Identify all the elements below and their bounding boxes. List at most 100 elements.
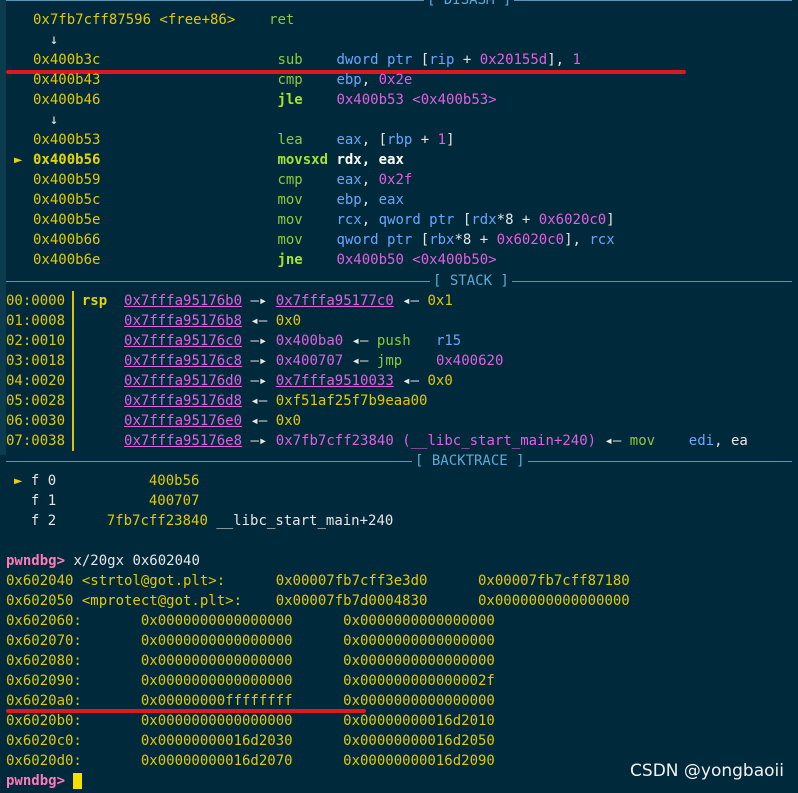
stack-line: 04:0020 0x7fffa95176d0 —▸ 0x7fffa9510033…	[6, 371, 453, 391]
memory-dump-row-segment: 0x00007fb7cff3e3d0 0x00007fb7cff87180	[275, 573, 630, 589]
memory-dump-row-segment: 0x602050 <mprotect@got.plt>:	[6, 593, 276, 609]
disasm-line-segment: ]	[446, 132, 455, 148]
disasm-line-segment: +	[454, 52, 480, 68]
stack-line-segment: 0xf51af25f7b9eaa00	[275, 393, 428, 409]
disasm-line: 0x7fb7cff87596 <free+86> ret	[33, 10, 294, 30]
terminal-window[interactable]: [ DISASM ] ► [ STACK ] [ BACKTRACE ] pwn…	[0, 0, 798, 793]
disasm-line-segment: rcx	[589, 232, 615, 248]
stack-line-segment: —▸	[242, 373, 276, 389]
disasm-line-segment: 1	[572, 52, 581, 68]
disasm-line-segment: 0x6020c0	[538, 212, 607, 228]
cursor-block	[73, 773, 83, 789]
stack-line-segment: 0x0	[275, 413, 302, 429]
disasm-line-segment: ],	[564, 232, 590, 248]
memory-dump-row-segment: 0x602040 <strtol@got.plt>:	[6, 573, 276, 589]
stack-line-segment: 0x7fffa95176c8	[124, 353, 243, 369]
stack-line-segment: ◂—	[343, 333, 377, 349]
stack-line-segment: 0x400707	[275, 353, 344, 369]
disasm-line-segment: eax	[336, 132, 362, 148]
stack-line: 07:0038 0x7fffa95176e8 —▸ 0x7fb7cff23840…	[6, 431, 748, 451]
disasm-line-segment: qword ptr	[378, 212, 463, 228]
disasm-line: 0x400b5e mov rcx, qword ptr [rdx*8 + 0x6…	[33, 210, 615, 230]
disasm-line-segment: eax	[378, 192, 404, 208]
stack-line-segment: 02:0010	[6, 333, 66, 349]
disasm-line-segment: 0x6020c0	[496, 232, 565, 248]
memory-dump-row: 0x602050 <mprotect@got.plt>: 0x00007fb7d…	[6, 591, 630, 611]
stack-header-title: [ STACK ]	[430, 271, 512, 291]
stack-line: 05:0028 0x7fffa95176d8 ◂— 0xf51af25f7b9e…	[6, 391, 427, 411]
disasm-line: 0x400b5c mov ebp, eax	[33, 190, 404, 210]
memory-dump-row: 0x602040 <strtol@got.plt>: 0x00007fb7cff…	[6, 571, 630, 591]
stack-line-segment	[65, 413, 124, 429]
disasm-line-segment: ebp	[336, 192, 362, 208]
disasm-line-segment: 0x400b53 <0x400b53>	[336, 92, 497, 108]
stack-line-segment	[65, 433, 124, 449]
command-line: pwndbg> x/20gx 0x602040	[6, 551, 200, 571]
memory-dump-row: 0x6020b0: 0x0000000000000000 0x000000000…	[6, 711, 495, 731]
disasm-line: 0x400b43 cmp ebp, 0x2e	[33, 70, 412, 90]
memory-dump-row-segment: 0x6020b0:	[6, 713, 141, 729]
stack-line-segment	[65, 373, 124, 389]
memory-dump-row: 0x602090: 0x0000000000000000 0x000000000…	[6, 671, 495, 691]
disasm-line: 0x400b56 movsxd rdx, eax	[33, 150, 404, 170]
disasm-line-segment: jle	[277, 92, 337, 108]
stack-line-segment: 06:0030	[6, 413, 66, 429]
memory-dump-row: 0x6020d0: 0x00000000016d2070 0x000000000…	[6, 751, 495, 771]
prompt-final: pwndbg>	[6, 773, 66, 789]
current-instruction-marker: ►	[14, 152, 23, 168]
stack-line-segment	[402, 353, 436, 369]
prompt: pwndbg>	[6, 553, 66, 569]
backtrace-frame-segment: 400707	[148, 493, 200, 509]
disasm-line: ↓	[33, 30, 58, 50]
disasm-line-segment: ,	[361, 212, 379, 228]
disasm-line-segment: sub	[277, 52, 337, 68]
stack-line-segment: rsp	[81, 293, 108, 309]
stack-line-segment	[655, 433, 689, 449]
stack-line-segment: 05:0028	[6, 393, 66, 409]
disasm-line: 0x400b66 mov qword ptr [rbx*8 + 0x6020c0…	[33, 230, 615, 250]
stack-line-segment: mov	[629, 433, 656, 449]
stack-header: [ STACK ]	[6, 271, 792, 291]
stack-line: 01:0008 0x7fffa95176b8 ◂— 0x0	[6, 311, 301, 331]
memory-dump-row-segment: 0x0000000000000000 0x000000000000002f	[140, 673, 495, 689]
disasm-line-segment: ],	[547, 52, 573, 68]
stack-line-segment: ◂—	[343, 353, 377, 369]
stack-line-segment: 0x1	[427, 293, 453, 309]
disasm-line-segment: *8 +	[454, 232, 497, 248]
disasm-line: ↓	[33, 110, 58, 130]
memory-dump-row-segment: 0x6020c0:	[6, 733, 141, 749]
backtrace-frame: f 2 7fb7cff23840 __libc_start_main+240	[14, 511, 393, 531]
disasm-line-segment: ,	[361, 172, 379, 188]
disasm-line-segment: 0x400b43	[33, 72, 278, 88]
backtrace-header-title: [ BACKTRACE ]	[412, 451, 528, 471]
stack-line-segment: r15	[435, 333, 462, 349]
disasm-line-segment: rbp	[387, 132, 413, 148]
disasm-line: 0x400b53 lea eax, [rbp + 1]	[33, 130, 455, 150]
backtrace-frame-segment	[14, 513, 31, 529]
stack-line-segment: —▸	[242, 433, 276, 449]
stack-line-segment: —▸	[242, 293, 276, 309]
disasm-line-segment: 0x2f	[378, 172, 413, 188]
stack-line-segment: 07:0038	[6, 433, 66, 449]
stack-line-segment: 0x7fffa95176e8	[124, 433, 243, 449]
stack-line-segment: 00:0000	[6, 293, 66, 309]
backtrace-frame-segment: ►	[14, 473, 31, 489]
command-text: x/20gx 0x602040	[65, 553, 200, 569]
disasm-line-segment: rdx	[336, 152, 362, 168]
disasm-line-segment: ebp	[336, 72, 362, 88]
backtrace-frame-segment	[56, 493, 149, 509]
memory-dump-row: 0x602080: 0x0000000000000000 0x000000000…	[6, 651, 495, 671]
disasm-line-segment: 0x400b46	[33, 92, 278, 108]
stack-line-segment: ◂—	[393, 373, 428, 389]
stack-line-segment: push	[376, 333, 411, 349]
disasm-line-segment: 0x400b50 <0x400b50>	[336, 252, 497, 268]
memory-dump-row: 0x6020c0: 0x00000000016d2030 0x000000000…	[6, 731, 495, 751]
memory-dump-row-segment: 0x00000000ffffffff 0x0000000000000000	[140, 693, 495, 709]
disasm-line-segment: 0x400b5e	[33, 212, 278, 228]
disasm-line-segment: rip	[429, 52, 455, 68]
stack-line-segment	[107, 293, 124, 309]
input-line[interactable]: pwndbg>	[6, 771, 83, 791]
memory-dump-row: 0x6020a0: 0x00000000ffffffff 0x000000000…	[6, 691, 495, 711]
memory-dump-row-segment: 0x6020a0:	[6, 693, 141, 709]
disasm-line-segment: ,	[361, 72, 379, 88]
